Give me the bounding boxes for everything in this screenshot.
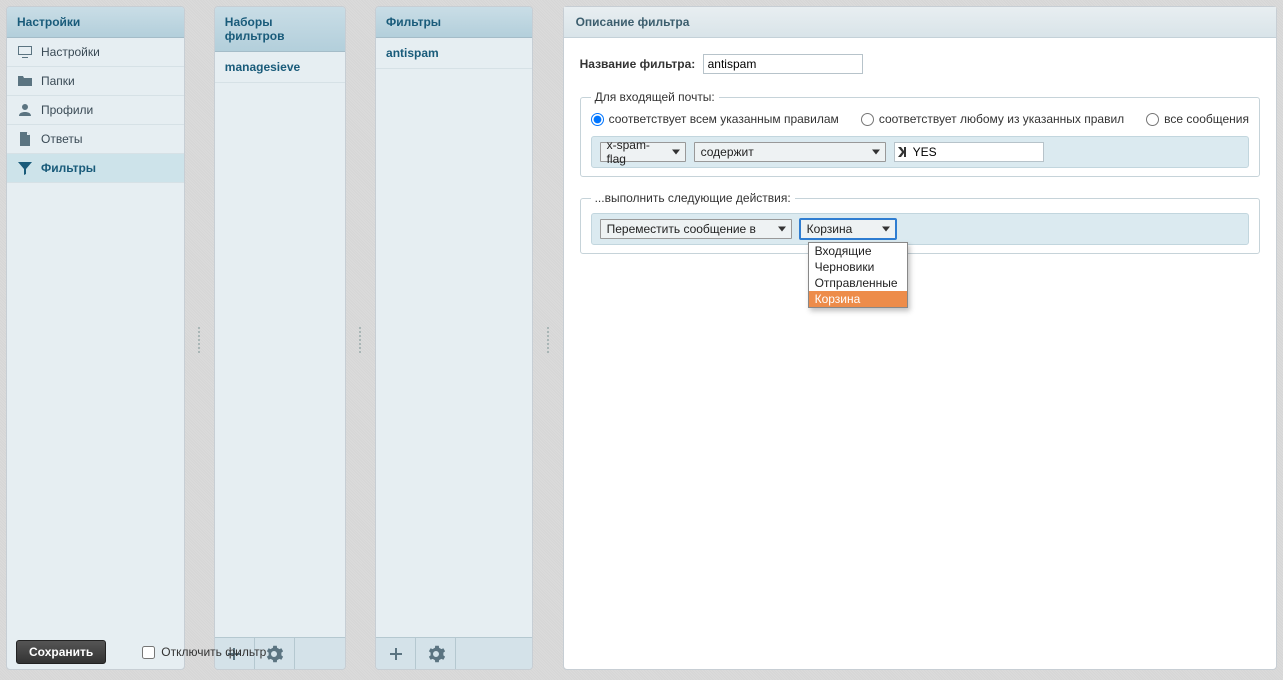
user-icon xyxy=(17,102,33,118)
folder-option[interactable]: Отправленные xyxy=(809,275,907,291)
disable-filter-row: Отключить фильтр xyxy=(142,645,266,659)
folder-option[interactable]: Входящие xyxy=(809,243,907,259)
radio-match-all[interactable]: соответствует всем указанным правилам xyxy=(591,112,839,126)
x-arrow-icon xyxy=(897,146,909,158)
action-type-value: Переместить сообщение в xyxy=(607,222,756,236)
filter-name-row: Название фильтра: xyxy=(580,54,1260,74)
action-folder-value: Корзина xyxy=(807,222,853,236)
filter-detail-title: Описание фильтра xyxy=(564,7,1276,38)
settings-nav-label: Профили xyxy=(41,103,93,117)
radio-match-any[interactable]: соответствует любому из указанных правил xyxy=(861,112,1124,126)
filter-detail-panel: Описание фильтра Название фильтра: Для в… xyxy=(563,6,1277,670)
clear-value-icon[interactable] xyxy=(895,143,911,161)
incoming-rules-fieldset: Для входящей почты: соответствует всем у… xyxy=(580,90,1260,177)
rule-header-value: x-spam-flag xyxy=(607,138,665,166)
action-type-select[interactable]: Переместить сообщение в xyxy=(600,219,792,239)
disable-filter-label: Отключить фильтр xyxy=(161,645,266,659)
rule-row: x-spam-flag содержит xyxy=(591,136,1249,168)
radio-match-all-label: соответствует всем указанным правилам xyxy=(609,112,839,126)
settings-nav-list: Настройки Папки Профили Ответы Фильтры xyxy=(7,38,184,183)
rule-condition-select[interactable]: содержит xyxy=(694,142,886,162)
settings-nav-label: Ответы xyxy=(41,132,82,146)
actions-legend: ...выполнить следующие действия: xyxy=(591,191,795,205)
filter-item[interactable]: antispam xyxy=(376,38,532,69)
settings-nav-item[interactable]: Ответы xyxy=(7,125,184,154)
settings-nav-item[interactable]: Профили xyxy=(7,96,184,125)
splitter[interactable] xyxy=(545,6,550,674)
save-button[interactable]: Сохранить xyxy=(16,640,106,664)
filter-name-label: Название фильтра: xyxy=(580,57,696,71)
folder-option[interactable]: Черновики xyxy=(809,259,907,275)
incoming-rules-legend: Для входящей почты: xyxy=(591,90,719,104)
folder-dropdown-popup: ВходящиеЧерновикиОтправленныеКорзина xyxy=(808,242,908,308)
splitter[interactable] xyxy=(197,6,202,674)
rule-header-select[interactable]: x-spam-flag xyxy=(600,142,686,162)
rule-value-wrap xyxy=(894,142,1044,162)
settings-nav-label: Фильтры xyxy=(41,161,96,175)
save-bar: Сохранить Отключить фильтр xyxy=(16,640,1267,664)
folder-icon xyxy=(17,73,33,89)
rule-value-input[interactable] xyxy=(911,145,1043,159)
rule-condition-value: содержит xyxy=(701,145,754,159)
filter-sets-title: Наборы фильтров xyxy=(215,7,345,52)
disable-filter-checkbox[interactable] xyxy=(142,646,155,659)
filter-icon xyxy=(17,160,33,176)
action-row: Переместить сообщение в Корзина Входящие… xyxy=(591,213,1249,245)
radio-match-any-input[interactable] xyxy=(861,113,874,126)
settings-nav-label: Настройки xyxy=(41,45,100,59)
filter-name-input[interactable] xyxy=(703,54,863,74)
splitter[interactable] xyxy=(358,6,363,674)
radio-match-every-input[interactable] xyxy=(1146,113,1159,126)
settings-nav-item[interactable]: Настройки xyxy=(7,38,184,67)
radio-match-every-label: все сообщения xyxy=(1164,112,1249,126)
filters-title: Фильтры xyxy=(376,7,532,38)
folder-option[interactable]: Корзина xyxy=(809,291,907,307)
file-icon xyxy=(17,131,33,147)
radio-match-any-label: соответствует любому из указанных правил xyxy=(879,112,1124,126)
filter-set-item[interactable]: managesieve xyxy=(215,52,345,83)
settings-sidebar: Настройки Настройки Папки Профили Ответы Фил… xyxy=(6,6,185,670)
settings-nav-item[interactable]: Фильтры xyxy=(7,154,184,183)
filter-sets-panel: Наборы фильтров managesieve xyxy=(214,6,346,670)
match-mode-radios: соответствует всем указанным правилам со… xyxy=(591,112,1249,126)
settings-nav-label: Папки xyxy=(41,74,75,88)
radio-match-all-input[interactable] xyxy=(591,113,604,126)
settings-nav-item[interactable]: Папки xyxy=(7,67,184,96)
filters-list: antispam xyxy=(376,38,532,69)
filter-sets-list: managesieve xyxy=(215,52,345,83)
filters-panel: Фильтры antispam xyxy=(375,6,533,670)
monitor-icon xyxy=(17,44,33,60)
radio-match-every[interactable]: все сообщения xyxy=(1146,112,1249,126)
settings-sidebar-title: Настройки xyxy=(7,7,184,38)
action-folder-select[interactable]: Корзина xyxy=(800,219,896,239)
actions-fieldset: ...выполнить следующие действия: Перемес… xyxy=(580,191,1260,254)
